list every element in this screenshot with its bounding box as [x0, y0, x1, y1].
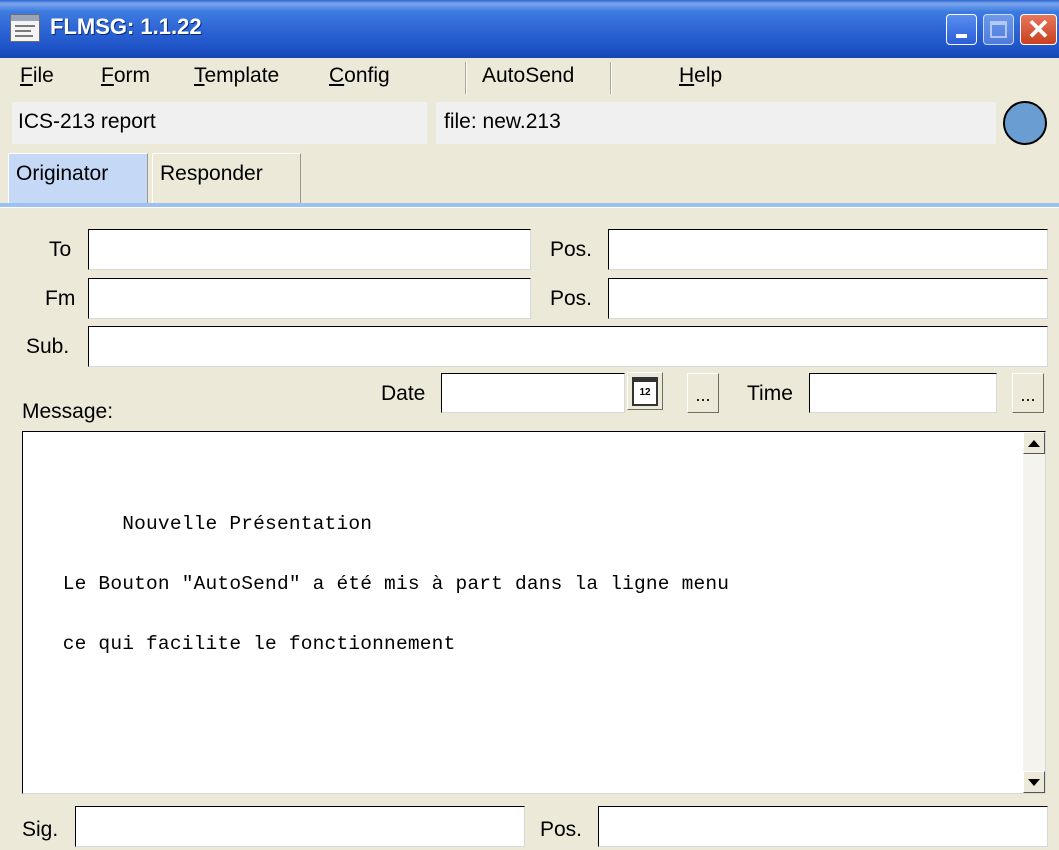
status-indicator-icon — [1003, 101, 1047, 145]
menu-config[interactable]: Config — [329, 64, 390, 88]
to-pos-input[interactable] — [608, 229, 1048, 270]
date-more-button[interactable]: ... — [687, 373, 719, 413]
time-input[interactable] — [809, 373, 997, 413]
sig-pos-input[interactable] — [598, 806, 1048, 847]
message-textarea[interactable]: Nouvelle Présentation Le Bouton "AutoSen… — [22, 431, 1046, 794]
message-text[interactable]: Nouvelle Présentation Le Bouton "AutoSen… — [23, 432, 1021, 793]
date-input[interactable] — [441, 373, 625, 413]
maximize-button — [983, 14, 1014, 45]
file-name-label: file: new.213 — [436, 102, 996, 144]
sig-pos-label: Pos. — [540, 818, 583, 841]
menu-file[interactable]: File — [20, 64, 54, 88]
tab-underline — [0, 203, 1059, 207]
date-label: Date — [381, 382, 426, 405]
window-title: FLMSG: 1.1.22 — [50, 14, 202, 39]
tab-originator[interactable]: Originator — [8, 153, 148, 203]
to-input[interactable] — [88, 229, 531, 270]
time-more-button[interactable]: ... — [1012, 373, 1044, 413]
close-icon: ✕ — [1026, 13, 1051, 45]
subject-input[interactable] — [88, 326, 1048, 367]
minimize-button[interactable] — [946, 14, 977, 45]
fm-pos-input[interactable] — [608, 278, 1048, 319]
close-button[interactable]: ✕ — [1020, 14, 1057, 45]
fm-input[interactable] — [88, 278, 531, 319]
minimize-icon — [956, 33, 967, 38]
calendar-icon: 12 — [632, 376, 658, 406]
title-bar[interactable]: FLMSG: 1.1.22 ✕ — [0, 0, 1059, 58]
sig-label: Sig. — [22, 818, 59, 841]
maximize-icon — [990, 21, 1007, 38]
signature-input[interactable] — [75, 806, 525, 847]
menu-separator — [610, 62, 612, 94]
fm-label: Fm — [45, 287, 76, 310]
tab-responder[interactable]: Responder — [152, 153, 301, 203]
menu-form[interactable]: Form — [101, 64, 150, 88]
autosend-button[interactable]: AutoSend — [482, 64, 574, 88]
fm-pos-label: Pos. — [550, 287, 593, 310]
message-label: Message: — [22, 400, 114, 423]
scroll-up-button[interactable] — [1023, 432, 1045, 454]
sub-label: Sub. — [26, 335, 70, 358]
to-pos-label: Pos. — [550, 238, 593, 261]
calendar-button[interactable]: 12 — [627, 372, 663, 410]
menu-help[interactable]: Help — [679, 64, 722, 88]
menu-separator — [465, 62, 467, 94]
message-scrollbar[interactable] — [1023, 432, 1045, 793]
arrow-up-icon — [1028, 439, 1040, 447]
arrow-down-icon — [1028, 778, 1040, 786]
menu-template[interactable]: Template — [194, 64, 279, 88]
to-label: To — [49, 238, 72, 261]
time-label: Time — [747, 382, 793, 405]
app-icon[interactable] — [10, 14, 40, 42]
form-type-label: ICS-213 report — [12, 102, 427, 144]
scroll-down-button[interactable] — [1023, 771, 1045, 793]
